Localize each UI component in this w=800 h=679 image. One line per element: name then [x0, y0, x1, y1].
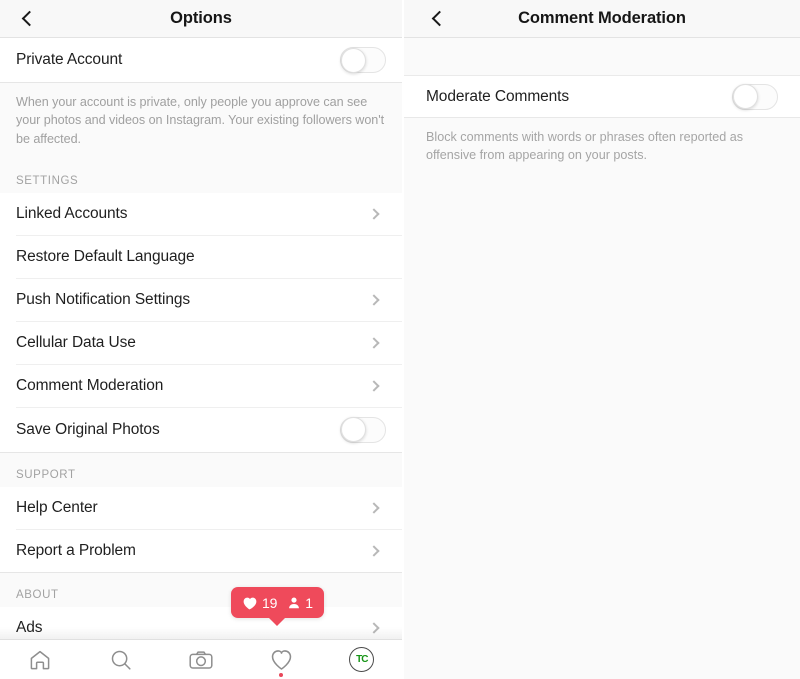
- row-label-help-center: Help Center: [16, 498, 98, 516]
- chevron-right-icon: [368, 502, 380, 514]
- chevron-right-icon: [368, 337, 380, 349]
- toggle-private-account[interactable]: [340, 47, 386, 73]
- page-title-options: Options: [170, 9, 232, 27]
- row-label-linked-accounts: Linked Accounts: [16, 204, 128, 222]
- row-label-report-a-problem: Report a Problem: [16, 541, 136, 559]
- chevron-right-icon: [368, 380, 380, 392]
- row-label-moderate-comments: Moderate Comments: [426, 87, 570, 105]
- row-private-account[interactable]: Private Account: [0, 38, 402, 82]
- row-label-ads: Ads: [16, 618, 43, 636]
- back-button-comment-moderation[interactable]: [422, 0, 454, 37]
- tab-search[interactable]: [80, 640, 160, 679]
- row-moderate-comments[interactable]: Moderate Comments: [404, 76, 800, 118]
- moderate-comments-description: Block comments with words or phrases oft…: [404, 118, 800, 177]
- row-label-comment-moderation: Comment Moderation: [16, 376, 164, 394]
- private-account-description: When your account is private, only peopl…: [0, 83, 402, 161]
- toggle-knob: [341, 47, 366, 73]
- dual-panel-screenshot: Options Private Account When your accoun…: [0, 0, 800, 679]
- badge-followers-group: 1: [287, 595, 313, 611]
- tab-camera[interactable]: [161, 640, 241, 679]
- profile-avatar: TC: [349, 647, 375, 672]
- heart-filled-icon: [243, 597, 257, 609]
- row-cellular-data-use[interactable]: Cellular Data Use: [0, 321, 402, 364]
- back-button-options[interactable]: [12, 0, 44, 37]
- notification-badge[interactable]: 19 1: [231, 587, 324, 626]
- profile-avatar-label: TC: [356, 654, 368, 665]
- tab-home[interactable]: [0, 640, 80, 679]
- row-label-push-notification-settings: Push Notification Settings: [16, 290, 191, 308]
- chevron-right-icon: [368, 294, 380, 306]
- search-icon: [111, 650, 131, 670]
- row-label-cellular-data-use: Cellular Data Use: [16, 333, 136, 351]
- bottom-tabbar: TC: [0, 639, 402, 679]
- badge-likes-group: 19: [242, 595, 277, 611]
- chevron-left-icon: [21, 10, 38, 27]
- row-report-a-problem[interactable]: Report a Problem: [0, 529, 402, 572]
- tab-activity[interactable]: [241, 640, 321, 679]
- badge-follower-count: 1: [305, 594, 313, 611]
- page-title-comment-moderation: Comment Moderation: [518, 9, 686, 27]
- row-restore-default-language[interactable]: Restore Default Language: [0, 235, 402, 278]
- toggle-save-original-photos[interactable]: [340, 416, 386, 443]
- row-push-notification-settings[interactable]: Push Notification Settings: [0, 278, 402, 321]
- chevron-right-icon: [368, 622, 380, 634]
- comment-moderation-panel: Comment Moderation Moderate Comments Blo…: [404, 0, 800, 679]
- toggle-knob: [341, 417, 366, 443]
- heart-icon: [271, 650, 292, 670]
- row-save-original-photos[interactable]: Save Original Photos: [0, 407, 402, 452]
- comment-moderation-navbar: Comment Moderation: [404, 0, 800, 38]
- badge-tail: [268, 617, 287, 626]
- comment-moderation-empty-area: [404, 176, 800, 679]
- row-label-save-original-photos: Save Original Photos: [16, 420, 160, 438]
- chevron-left-icon: [431, 10, 448, 27]
- section-header-about: ABOUT: [0, 572, 402, 607]
- row-help-center[interactable]: Help Center: [0, 486, 402, 529]
- options-panel: Options Private Account When your accoun…: [0, 0, 402, 679]
- row-comment-moderation[interactable]: Comment Moderation: [0, 364, 402, 407]
- row-label-private-account: Private Account: [16, 51, 123, 68]
- section-header-support: SUPPORT: [0, 452, 402, 487]
- camera-icon: [189, 650, 213, 669]
- badge-like-count: 19: [262, 594, 278, 611]
- section-header-settings: SETTINGS: [0, 160, 402, 193]
- options-navbar: Options: [0, 0, 402, 38]
- top-spacer: [404, 38, 800, 76]
- activity-unread-dot: [279, 672, 284, 677]
- chevron-right-icon: [368, 208, 380, 220]
- toggle-knob: [733, 84, 758, 109]
- row-linked-accounts[interactable]: Linked Accounts: [0, 192, 402, 235]
- row-label-restore-default-language: Restore Default Language: [16, 247, 195, 265]
- toggle-moderate-comments[interactable]: [732, 83, 778, 110]
- home-icon: [30, 650, 50, 669]
- person-filled-icon: [289, 597, 300, 608]
- tab-profile[interactable]: TC: [322, 640, 402, 679]
- chevron-right-icon: [368, 545, 380, 557]
- notification-badge-body: 19 1: [231, 587, 324, 626]
